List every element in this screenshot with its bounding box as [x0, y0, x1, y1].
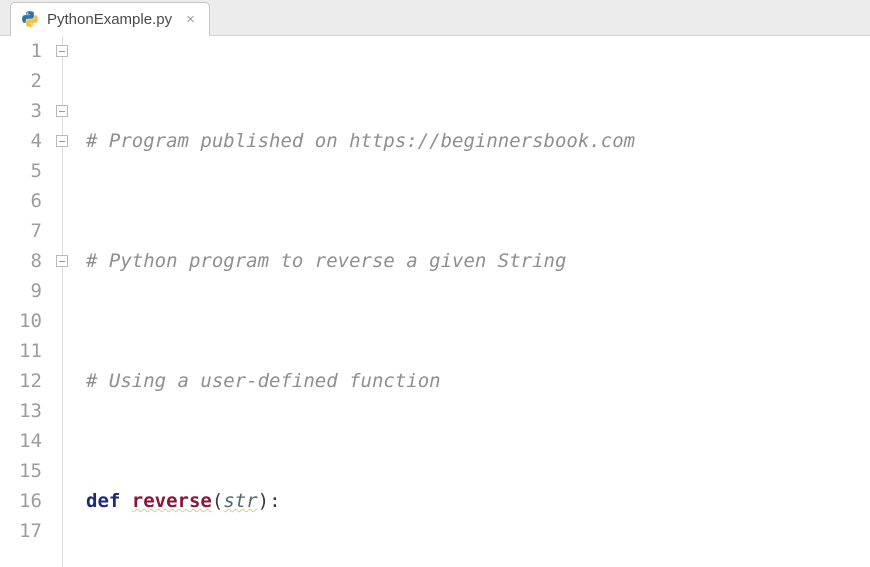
line-number: 1: [0, 36, 42, 66]
keyword-def: def: [86, 490, 120, 512]
code-editor[interactable]: 1 2 3 4 5 6 7 8 9 10 11 12 13 14 15 16 1…: [0, 36, 870, 567]
line-number: 2: [0, 66, 42, 96]
code-area[interactable]: # Program published on https://beginners…: [80, 36, 870, 567]
file-tab[interactable]: PythonExample.py ×: [10, 2, 210, 36]
code-line: # Using a user-defined function: [86, 366, 870, 396]
line-number: 7: [0, 216, 42, 246]
editor-tab-bar: PythonExample.py ×: [0, 0, 870, 36]
line-number: 8: [0, 246, 42, 276]
punct: ):: [258, 490, 281, 512]
code-line: def reverse(str):: [86, 486, 870, 516]
line-number-gutter: 1 2 3 4 5 6 7 8 9 10 11 12 13 14 15 16 1…: [0, 36, 52, 567]
fold-toggle-icon[interactable]: [56, 105, 68, 117]
line-number: 13: [0, 396, 42, 426]
line-number: 16: [0, 486, 42, 516]
line-number: 14: [0, 426, 42, 456]
code-line: # Program published on https://beginners…: [86, 126, 870, 156]
line-number: 3: [0, 96, 42, 126]
code-line: # Python program to reverse a given Stri…: [86, 246, 870, 276]
line-number: 6: [0, 186, 42, 216]
punct: (: [212, 490, 223, 512]
file-tab-label: PythonExample.py: [47, 11, 172, 28]
python-file-icon: [21, 10, 39, 28]
fold-toggle-icon[interactable]: [56, 255, 68, 267]
line-number: 4: [0, 126, 42, 156]
line-number: 11: [0, 336, 42, 366]
comment: # Program published on https://beginners…: [86, 130, 635, 152]
line-number: 17: [0, 516, 42, 546]
close-icon[interactable]: ×: [186, 12, 195, 27]
function-name: reverse: [132, 490, 212, 512]
line-number: 10: [0, 306, 42, 336]
fold-column: [52, 36, 80, 567]
line-number: 9: [0, 276, 42, 306]
parameter: str: [223, 490, 257, 512]
line-number: 15: [0, 456, 42, 486]
fold-toggle-icon[interactable]: [56, 45, 68, 57]
comment: # Using a user-defined function: [86, 370, 441, 392]
fold-toggle-icon[interactable]: [56, 135, 68, 147]
comment: # Python program to reverse a given Stri…: [86, 250, 566, 272]
line-number: 5: [0, 156, 42, 186]
line-number: 12: [0, 366, 42, 396]
